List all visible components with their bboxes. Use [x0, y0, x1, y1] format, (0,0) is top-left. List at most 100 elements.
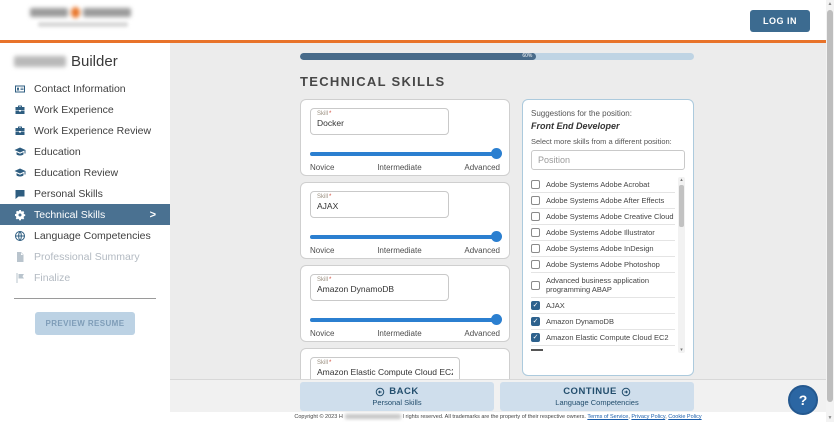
- suggestions-scrollbar-thumb[interactable]: [679, 185, 684, 227]
- suggestion-row[interactable]: ✓ Amazon DynamoDB: [531, 314, 675, 330]
- suggestion-row[interactable]: Adobe Systems Adobe Acrobat: [531, 177, 675, 193]
- log-in-button[interactable]: LOG IN: [750, 10, 810, 32]
- checked-checkbox-icon[interactable]: ✓: [531, 333, 540, 342]
- copyright-blurred-company: [345, 414, 401, 419]
- sidebar-item-contact-information[interactable]: Contact Information: [0, 78, 170, 99]
- sidebar-item-technical-skills[interactable]: Technical Skills>: [0, 204, 170, 225]
- browser-scrollbar-thumb[interactable]: [827, 10, 833, 402]
- sidebar-item-education-review[interactable]: Education Review: [0, 162, 170, 183]
- suggestion-row[interactable]: ✓ Amazon Elastic Compute Cloud EC2: [531, 330, 675, 346]
- suggestion-row[interactable]: Advanced business application programmin…: [531, 273, 675, 298]
- skill-level-slider[interactable]: [310, 314, 500, 325]
- globe-icon: [14, 230, 26, 242]
- preview-resume-button[interactable]: PREVIEW RESUME: [35, 312, 136, 335]
- browser-scrollbar[interactable]: ▲ ▼: [826, 0, 834, 422]
- slider-track: [310, 152, 500, 156]
- suggestions-scrollbar[interactable]: ▴ ▾: [678, 177, 685, 353]
- sidebar-item-label: Contact Information: [34, 83, 126, 95]
- slider-label-novice: Novice: [310, 329, 334, 338]
- slider-labels: Novice Intermediate Advanced: [310, 163, 500, 172]
- briefcase-icon: [14, 104, 26, 116]
- graduation-cap-icon: [14, 146, 26, 158]
- circle-arrow-left-icon: [375, 387, 385, 397]
- unchecked-checkbox-icon[interactable]: [531, 244, 540, 253]
- suggestion-row[interactable]: ✓ AJAX: [531, 298, 675, 314]
- skill-name-input[interactable]: Skill* AJAX: [310, 191, 449, 218]
- suggestions-subtitle: Select more skills from a different posi…: [531, 137, 685, 146]
- sidebar-item-label: Technical Skills: [34, 209, 105, 221]
- slider-track: [310, 318, 500, 322]
- suggestion-row[interactable]: Adobe Systems Adobe After Effects: [531, 193, 675, 209]
- unchecked-checkbox-icon[interactable]: [531, 196, 540, 205]
- slider-thumb[interactable]: [491, 231, 502, 242]
- suggestion-row[interactable]: Adobe Systems Adobe InDesign: [531, 241, 675, 257]
- logo-blurred-tagline: [38, 22, 128, 27]
- skill-card: Skill* AJAX Novice Intermediate Advanced: [300, 182, 510, 259]
- sidebar-item-label: Work Experience: [34, 104, 114, 116]
- skill-name-value: Docker: [317, 118, 442, 129]
- trash-icon[interactable]: [488, 281, 500, 294]
- suggestions-panel: Suggestions for the position: Front End …: [522, 99, 694, 376]
- trash-icon[interactable]: [493, 364, 500, 377]
- slider-thumb[interactable]: [491, 148, 502, 159]
- circle-arrow-right-icon: [621, 387, 631, 397]
- suggestion-row[interactable]: Adobe Systems Adobe Photoshop: [531, 257, 675, 273]
- suggestion-row[interactable]: Adobe Systems Adobe Illustrator: [531, 225, 675, 241]
- terms-of-service-link[interactable]: Terms of Service: [587, 414, 628, 420]
- privacy-policy-link[interactable]: Privacy Policy: [631, 414, 665, 420]
- back-button[interactable]: BACK Personal Skills: [300, 382, 494, 411]
- skill-name-value: AJAX: [317, 201, 442, 212]
- slider-thumb[interactable]: [491, 314, 502, 325]
- trash-icon[interactable]: [488, 198, 500, 211]
- position-search-input[interactable]: [531, 150, 685, 170]
- skill-field-label: Skill*: [317, 277, 442, 284]
- unchecked-checkbox-icon[interactable]: [531, 180, 540, 189]
- cookie-policy-link[interactable]: Cookie Policy: [668, 414, 701, 420]
- main-content: 60% TECHNICAL SKILLS Skill* Docker Novic…: [170, 43, 826, 422]
- scrollbar-up-icon[interactable]: ▲: [826, 1, 834, 7]
- unchecked-checkbox-icon[interactable]: [531, 212, 540, 221]
- continue-button-label: CONTINUE: [563, 386, 617, 397]
- move-icon[interactable]: [474, 364, 481, 378]
- slider-label-novice: Novice: [310, 246, 334, 255]
- skill-name-input[interactable]: Skill* Docker: [310, 108, 449, 135]
- scroll-down-icon[interactable]: ▾: [678, 347, 685, 353]
- progress-bar-fill: 60%: [300, 53, 536, 60]
- suggestion-label: Amazon Elastic Compute Cloud EC2: [546, 333, 669, 342]
- unchecked-checkbox-icon[interactable]: [531, 228, 540, 237]
- slider-label-intermediate: Intermediate: [377, 329, 421, 338]
- continue-button-subtitle: Language Competencies: [555, 398, 638, 407]
- slider-labels: Novice Intermediate Advanced: [310, 329, 500, 338]
- sidebar-item-work-experience-review[interactable]: Work Experience Review: [0, 120, 170, 141]
- trash-icon[interactable]: [488, 115, 500, 128]
- sidebar-title-text: Builder: [71, 53, 118, 70]
- skill-level-slider[interactable]: [310, 231, 500, 242]
- sidebar-title: Builder: [14, 53, 170, 70]
- unchecked-checkbox-icon[interactable]: [531, 281, 540, 290]
- move-icon[interactable]: [463, 115, 476, 129]
- header-accent-divider: [0, 40, 834, 43]
- sidebar-item-education[interactable]: Education: [0, 141, 170, 162]
- suggestion-row[interactable]: Adobe Systems Adobe Creative Cloud: [531, 209, 675, 225]
- help-button[interactable]: ?: [788, 385, 818, 415]
- skill-name-input[interactable]: Skill* Amazon DynamoDB: [310, 274, 449, 301]
- logo-orange-mark: [71, 7, 80, 18]
- copyright-text: l rights reserved. All trademarks are th…: [403, 414, 586, 420]
- scrollbar-down-icon[interactable]: ▼: [826, 415, 834, 421]
- briefcase-icon: [14, 125, 26, 137]
- sidebar-item-personal-skills[interactable]: Personal Skills: [0, 183, 170, 204]
- sidebar-item-work-experience[interactable]: Work Experience: [0, 99, 170, 120]
- sidebar-item-language-competencies[interactable]: Language Competencies: [0, 225, 170, 246]
- move-icon[interactable]: [463, 281, 476, 295]
- checked-checkbox-icon[interactable]: ✓: [531, 301, 540, 310]
- slider-label-novice: Novice: [310, 163, 334, 172]
- skill-level-slider[interactable]: [310, 148, 500, 159]
- checked-checkbox-icon[interactable]: ✓: [531, 317, 540, 326]
- scroll-up-icon[interactable]: ▴: [678, 177, 685, 183]
- move-icon[interactable]: [463, 198, 476, 212]
- unchecked-checkbox-icon[interactable]: [531, 260, 540, 269]
- continue-button[interactable]: CONTINUE Language Competencies: [500, 382, 694, 411]
- copyright-text: Copyright © 2023 H: [294, 414, 342, 420]
- suggestion-label: Adobe Systems Adobe Photoshop: [546, 260, 660, 269]
- sidebar-item-label: Work Experience Review: [34, 125, 151, 137]
